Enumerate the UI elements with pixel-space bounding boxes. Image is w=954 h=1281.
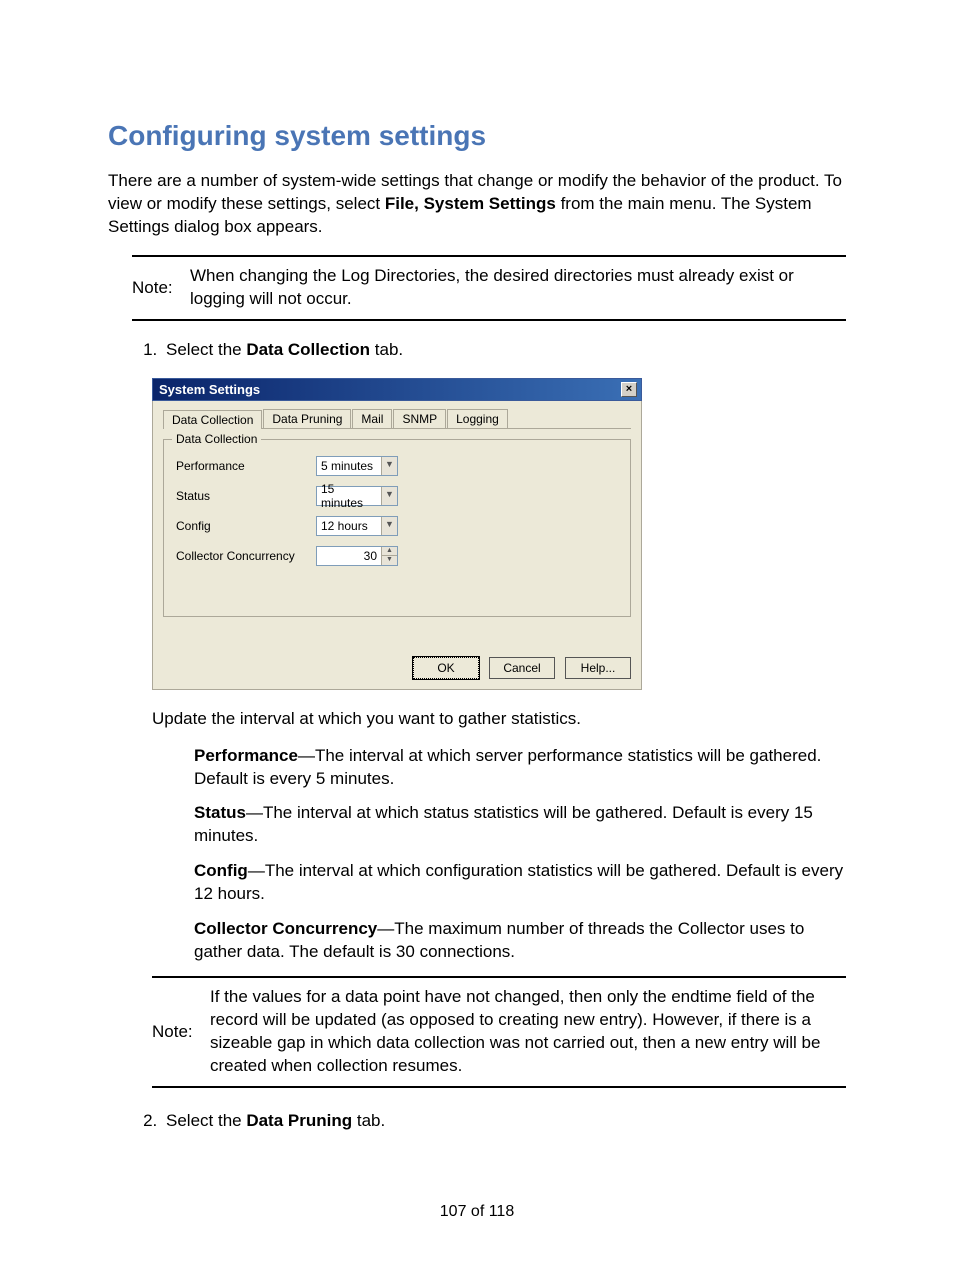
note-block-1: Note: When changing the Log Directories,…: [132, 255, 846, 321]
spinner-up-icon[interactable]: ▲: [382, 547, 397, 557]
step-1-bold: Data Collection: [246, 340, 370, 359]
performance-dropdown[interactable]: 5 minutes ▼: [316, 456, 398, 476]
def-config-desc: —The interval at which configuration sta…: [194, 861, 843, 903]
def-cc-term: Collector Concurrency: [194, 919, 377, 938]
step-2-a: Select the: [166, 1111, 246, 1130]
def-status: Status—The interval at which status stat…: [194, 802, 846, 848]
step-2-b: tab.: [352, 1111, 385, 1130]
def-performance-term: Performance: [194, 746, 298, 765]
cancel-button[interactable]: Cancel: [489, 657, 555, 679]
def-performance: Performance—The interval at which server…: [194, 745, 846, 791]
step-1: Select the Data Collection tab.: [162, 339, 846, 362]
group-legend: Data Collection: [172, 432, 261, 446]
chevron-down-icon: ▼: [381, 517, 397, 535]
def-status-term: Status: [194, 803, 246, 822]
note-label: Note:: [132, 265, 190, 311]
status-dropdown[interactable]: 15 minutes ▼: [316, 486, 398, 506]
note-body: When changing the Log Directories, the d…: [190, 265, 846, 311]
step-1-b: tab.: [370, 340, 403, 359]
spinner-down-icon[interactable]: ▼: [382, 556, 397, 565]
performance-value: 5 minutes: [317, 459, 381, 473]
def-config: Config—The interval at which configurati…: [194, 860, 846, 906]
close-button[interactable]: ×: [621, 382, 637, 397]
step-1-a: Select the: [166, 340, 246, 359]
def-status-desc: —The interval at which status statistics…: [194, 803, 813, 845]
update-text: Update the interval at which you want to…: [152, 708, 846, 731]
tab-data-collection[interactable]: Data Collection: [163, 410, 262, 429]
step-2: Select the Data Pruning tab.: [162, 1110, 846, 1133]
chevron-down-icon: ▼: [381, 487, 397, 505]
intro-paragraph: There are a number of system-wide settin…: [108, 170, 846, 239]
tab-logging[interactable]: Logging: [447, 409, 508, 428]
tab-snmp[interactable]: SNMP: [393, 409, 446, 428]
note-block-2: Note: If the values for a data point hav…: [152, 976, 846, 1088]
dialog-titlebar: System Settings ×: [152, 378, 642, 401]
page-number: 107 of 118: [108, 1203, 846, 1221]
tab-mail[interactable]: Mail: [352, 409, 392, 428]
intro-bold: File, System Settings: [385, 194, 556, 213]
def-collector-concurrency: Collector Concurrency—The maximum number…: [194, 918, 846, 964]
concurrency-spinner[interactable]: 30 ▲ ▼: [316, 546, 398, 566]
step-2-bold: Data Pruning: [246, 1111, 352, 1130]
tab-strip: Data Collection Data Pruning Mail SNMP L…: [163, 409, 631, 429]
concurrency-value: 30: [317, 547, 381, 565]
performance-label: Performance: [176, 459, 316, 473]
note-body-2: If the values for a data point have not …: [210, 986, 846, 1078]
dialog-title: System Settings: [159, 382, 260, 397]
chevron-down-icon: ▼: [381, 457, 397, 475]
concurrency-label: Collector Concurrency: [176, 549, 316, 563]
status-label: Status: [176, 489, 316, 503]
config-value: 12 hours: [317, 519, 381, 533]
ok-button[interactable]: OK: [413, 657, 479, 679]
note-label-2: Note:: [152, 986, 210, 1078]
help-button[interactable]: Help...: [565, 657, 631, 679]
config-label: Config: [176, 519, 316, 533]
system-settings-dialog: System Settings × Data Collection Data P…: [152, 378, 642, 690]
tab-data-pruning[interactable]: Data Pruning: [263, 409, 351, 428]
def-config-term: Config: [194, 861, 248, 880]
data-collection-group: Data Collection Performance 5 minutes ▼ …: [163, 439, 631, 617]
status-value: 15 minutes: [317, 482, 381, 510]
config-dropdown[interactable]: 12 hours ▼: [316, 516, 398, 536]
page-heading: Configuring system settings: [108, 120, 846, 152]
